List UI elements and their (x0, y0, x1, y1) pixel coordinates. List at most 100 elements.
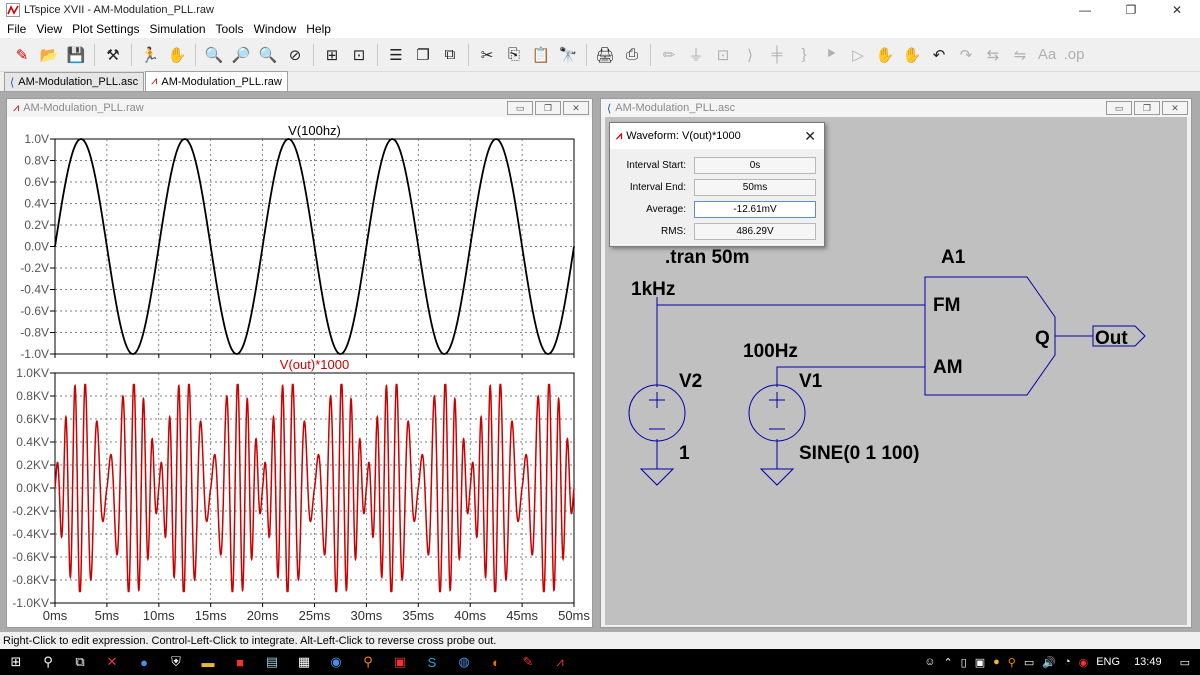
search-icon[interactable]: ⚲ (32, 649, 64, 675)
interval-start-field[interactable]: 0s (694, 156, 816, 174)
tray-app-icon[interactable]: ▯ (961, 656, 967, 669)
restore-button[interactable]: ❐ (1108, 0, 1154, 20)
app-edit-icon[interactable]: ✎ (512, 649, 544, 675)
copy-icon[interactable]: ⎘ (502, 43, 526, 67)
text-icon[interactable]: Aa (1035, 43, 1059, 67)
redo-icon[interactable]: ↷ (954, 43, 978, 67)
chevron-up-icon[interactable]: ⌃ (943, 656, 952, 669)
app-red-icon[interactable]: ■ (224, 649, 256, 675)
fit-icon[interactable]: ⊡ (347, 43, 371, 67)
paste-icon[interactable]: 📋 (529, 43, 553, 67)
app-shield-icon[interactable]: ⛨ (160, 649, 192, 675)
tab-waveform[interactable]: ⩘ AM-Modulation_PLL.raw (145, 71, 288, 91)
app-search-icon[interactable]: ⚲ (352, 649, 384, 675)
child-restore-button[interactable]: ❐ (1134, 101, 1160, 115)
move-hand-icon[interactable]: ✋ (873, 43, 897, 67)
volume-icon[interactable]: 🔊 (1042, 656, 1056, 669)
notification-icon[interactable]: ▭ (1180, 656, 1190, 669)
diode-icon[interactable]: ⯈ (819, 43, 843, 67)
drag-hand-icon[interactable]: ✋ (900, 43, 924, 67)
calculator-icon[interactable]: ▦ (288, 649, 320, 675)
rotate-icon[interactable]: ⇆ (981, 43, 1005, 67)
v1-value[interactable]: SINE(0 1 100) (799, 443, 919, 464)
net-label-1khz[interactable]: 1kHz (631, 279, 675, 300)
menu-help[interactable]: Help (301, 22, 336, 36)
cut-icon[interactable]: ✂ (475, 43, 499, 67)
tile-horizontal-icon[interactable]: ☰ (384, 43, 408, 67)
waveform-plot-svg[interactable]: 1.0V 0.8V 0.6V 0.4V 0.2V 0.0V -0.2V -0.4V -0.6V -… (7, 117, 592, 627)
language-indicator[interactable]: ENG (1096, 656, 1120, 668)
ground-icon[interactable]: ⏚ (684, 43, 708, 67)
spice-directive-icon[interactable]: .op (1062, 43, 1086, 67)
tray-app-icon[interactable]: ● (993, 656, 1000, 668)
app-globe2-icon[interactable]: ◍ (448, 649, 480, 675)
file-explorer-icon[interactable]: ▬ (192, 649, 224, 675)
cascade-icon[interactable]: ❐ (411, 43, 435, 67)
wifi-icon[interactable]: ◔ (1064, 656, 1071, 668)
dialog-close-icon[interactable]: ✕ (804, 128, 816, 145)
capacitor-icon[interactable]: ╪ (765, 43, 789, 67)
app-dark-icon[interactable]: ▣ (384, 649, 416, 675)
chrome-icon[interactable]: ◉ (1079, 656, 1089, 669)
people-icon[interactable]: ☺ (924, 656, 935, 668)
autorange-icon[interactable]: ⊞ (320, 43, 344, 67)
v2-name[interactable]: V2 (679, 371, 702, 392)
clock[interactable]: 13:49 (1134, 656, 1162, 668)
open-folder-icon[interactable]: 📂 (37, 43, 61, 67)
zoom-full-icon[interactable]: 🔎 (229, 43, 253, 67)
net-label-100hz[interactable]: 100Hz (743, 341, 798, 362)
menu-view[interactable]: View (31, 22, 67, 36)
wire-fm[interactable] (656, 297, 925, 306)
ground-symbol[interactable] (639, 468, 675, 486)
skype-icon[interactable]: S (416, 649, 448, 675)
app-globe-icon[interactable]: ◉ (320, 649, 352, 675)
menu-file[interactable]: File (2, 22, 31, 36)
minimize-button[interactable]: — (1062, 0, 1108, 20)
menu-tools[interactable]: Tools (211, 22, 249, 36)
inductor-icon[interactable]: } (792, 43, 816, 67)
zoom-in-icon[interactable]: 🔍 (202, 43, 226, 67)
find-icon[interactable]: 🔭 (556, 43, 580, 67)
zoom-out-icon[interactable]: 🔍 (256, 43, 280, 67)
pan-hand-icon[interactable]: ✋ (165, 43, 189, 67)
component-icon[interactable]: ▷ (846, 43, 870, 67)
resistor-icon[interactable]: ⟩ (738, 43, 762, 67)
zoom-cancel-icon[interactable]: ⊘ (283, 43, 307, 67)
tab-schematic[interactable]: ⟨ AM-Modulation_PLL.asc (4, 72, 145, 91)
app-x-icon[interactable]: ✕ (96, 649, 128, 675)
close-button[interactable]: ✕ (1154, 0, 1200, 20)
menu-simulation[interactable]: Simulation (145, 22, 211, 36)
undo-icon[interactable]: ↶ (927, 43, 951, 67)
rms-field[interactable]: 486.29V (694, 222, 816, 240)
port-out-label[interactable]: Out (1095, 328, 1128, 349)
firefox-icon[interactable]: ◐ (480, 649, 512, 675)
child-close-button[interactable]: ✕ (1162, 101, 1188, 115)
tray-search-icon[interactable]: ⚲ (1008, 656, 1016, 669)
plot-area[interactable]: 1.0V 0.8V 0.6V 0.4V 0.2V 0.0V -0.2V -0.4V -0.6V -… (7, 117, 592, 627)
child-close-button[interactable]: ✕ (563, 101, 589, 115)
child-restore-button[interactable]: ❐ (535, 101, 561, 115)
run-icon[interactable]: 🏃 (138, 43, 162, 67)
spice-directive[interactable]: .tran 50m (665, 247, 749, 268)
block-a1-name[interactable]: A1 (941, 247, 966, 268)
source-v2[interactable] (628, 384, 686, 442)
new-schematic-icon[interactable]: ✎ (10, 43, 34, 67)
app-blue-icon[interactable]: ● (128, 649, 160, 675)
control-panel-icon[interactable]: ⚒ (101, 43, 125, 67)
ltspice-taskbar-icon[interactable]: ⩘ (544, 649, 576, 675)
task-view-icon[interactable]: ⧉ (64, 649, 96, 675)
child-minimize-button[interactable]: ▭ (1106, 101, 1132, 115)
ground-symbol[interactable] (759, 468, 795, 486)
v2-value[interactable]: 1 (679, 443, 690, 464)
notepad-icon[interactable]: ▤ (256, 649, 288, 675)
source-v1[interactable] (748, 384, 806, 442)
menu-window[interactable]: Window (249, 22, 302, 36)
battery-icon[interactable]: ▭ (1024, 656, 1034, 669)
menu-plot-settings[interactable]: Plot Settings (67, 22, 144, 36)
tile-vertical-icon[interactable]: ⧉ (438, 43, 462, 67)
print-icon[interactable]: ⎙ (620, 43, 644, 67)
print-preview-icon[interactable]: 🖨 (593, 43, 617, 67)
interval-end-field[interactable]: 50ms (694, 178, 816, 196)
mirror-icon[interactable]: ⇋ (1008, 43, 1032, 67)
windows-start-icon[interactable]: ⊞ (0, 649, 32, 675)
